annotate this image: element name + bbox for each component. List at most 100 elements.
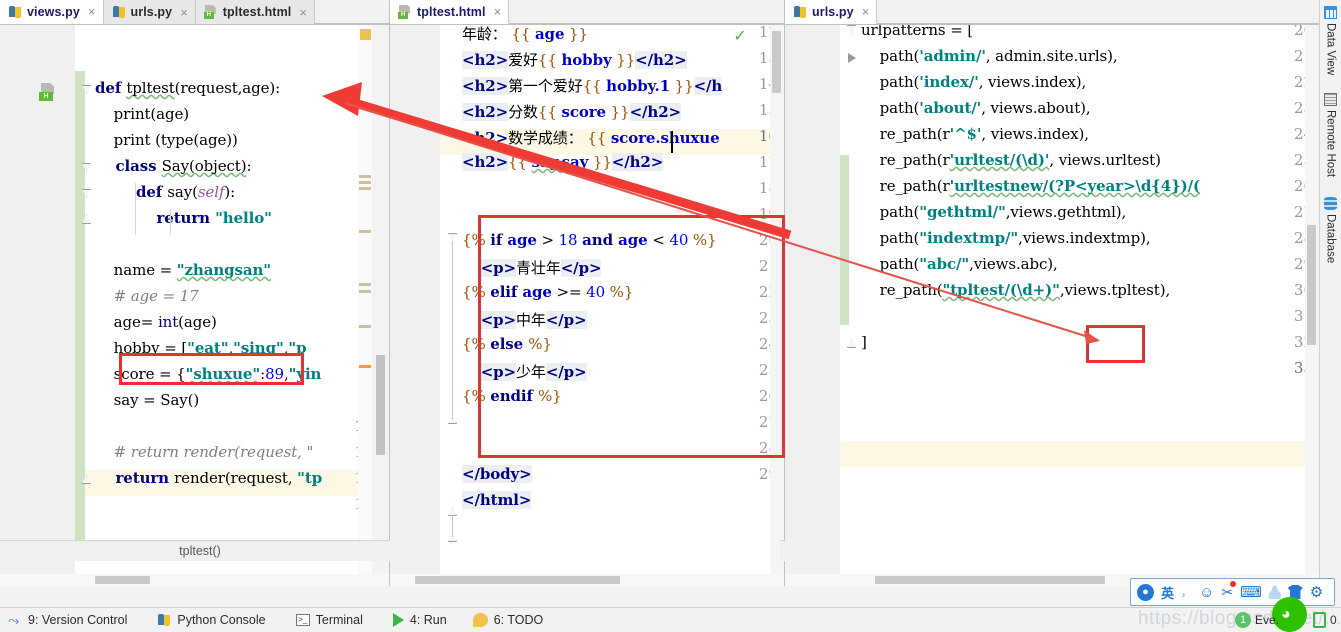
code-line: def say(self): (95, 183, 236, 201)
tabbar-empty-space (314, 0, 389, 24)
code-line: print(age) (95, 105, 190, 123)
code-line: {% if age > 18 and age < 40 %} (462, 231, 717, 249)
code-line: path("abc/",views.abc), (861, 255, 1058, 273)
html-template-gutter-icon[interactable]: H (39, 83, 57, 101)
language-mode-label[interactable]: 英 (1161, 583, 1174, 602)
python-file-icon (793, 5, 807, 19)
tool-button-python-console[interactable]: Python Console (143, 613, 281, 627)
run-gutter-icon[interactable] (848, 53, 856, 63)
error-stripe[interactable] (358, 25, 372, 586)
tool-button-terminal[interactable]: >_ Terminal (282, 613, 379, 627)
remote-host-icon (1324, 93, 1337, 107)
right-tool-window-strip: Data View Remote Host Database (1319, 0, 1341, 586)
close-icon[interactable]: × (88, 4, 96, 19)
tool-button-run[interactable]: 4: Run (379, 613, 463, 627)
marker-line (359, 325, 371, 328)
code-line: re_path("tpltest/(\d+)",views.tpltest), (861, 281, 1171, 299)
editor-scrollbar-vertical[interactable] (372, 25, 389, 586)
tool-button-database[interactable]: Database (1324, 197, 1337, 264)
tab-tpltest-html[interactable]: tpltest.html × (195, 0, 315, 24)
source-code-text[interactable]: def tpltest(request,age): print(age) pri… (95, 25, 322, 586)
tab-urls-py[interactable]: urls.py × (103, 0, 196, 24)
scrollbar-thumb[interactable] (415, 576, 620, 584)
emoji-icon[interactable]: ☺ (1199, 584, 1214, 601)
code-line: <h2>数学成绩： {{ score.shuxue (462, 129, 720, 147)
settings-gear-icon[interactable]: ⚙ (1310, 583, 1323, 601)
code-line: {% else %} (462, 335, 552, 353)
sogou-ime-toolbar[interactable]: ● 英 ， ☺ ✂ ⌨ ⚙ (1130, 578, 1335, 606)
code-area-views-py[interactable]: 85 86 87 88 89 90 91 92 93 94 95 96 97 9… (0, 25, 389, 586)
editor-scrollbar-horizontal[interactable] (390, 574, 784, 586)
tool-label: Data View (1324, 23, 1337, 76)
breadcrumb-item[interactable]: tpltest() (179, 544, 221, 558)
editor-scrollbar-vertical[interactable] (770, 25, 784, 586)
inspection-ok-checkmark-icon[interactable]: ✓ (732, 29, 748, 45)
code-line: </body> (462, 465, 532, 483)
tool-button-version-control[interactable]: ⤳ 9: Version Control (0, 613, 143, 627)
code-line: path("indextmp/",views.indextmp), (861, 229, 1151, 247)
indent-guide (170, 209, 171, 235)
warning-marker[interactable] (360, 29, 371, 40)
line-number-gutter (0, 25, 75, 586)
tabbar-empty-space (877, 0, 1319, 24)
user-account-icon[interactable] (1268, 585, 1281, 599)
editor-scrollbar-vertical[interactable] (1305, 25, 1319, 586)
code-fold-toggle[interactable] (847, 339, 856, 348)
code-line: <h2>{{ say.say }}</h2> (462, 153, 664, 171)
tool-button-remote-host[interactable]: Remote Host (1324, 93, 1337, 177)
editor-scrollbar-horizontal[interactable] (0, 574, 389, 586)
code-line: <p>少年</p> (480, 363, 587, 381)
code-area-tpltest-html[interactable]: 12 13 14 15 16 17 18 19 20 21 22 23 24 2… (390, 25, 784, 586)
tab-tpltest-html-active[interactable]: tpltest.html × (390, 0, 510, 24)
tool-label: 6: TODO (493, 613, 544, 627)
code-line: re_path(r'urltestnew/(?P<year>\d{4})/( (861, 177, 1201, 195)
close-icon[interactable]: × (180, 5, 188, 20)
scrollbar-thumb[interactable] (95, 576, 150, 584)
editor-pane-tpltest-html: tpltest.html × 12 13 14 15 16 17 18 19 2… (390, 0, 1175, 586)
code-fold-toggle[interactable] (847, 25, 856, 34)
scrollbar-thumb[interactable] (875, 576, 1105, 584)
battery-icon[interactable] (1313, 612, 1326, 628)
code-line: <p>中年</p> (480, 311, 587, 329)
punctuation-mode-icon[interactable]: ， (1181, 584, 1192, 600)
tabbar-right: urls.py × (785, 0, 1319, 25)
close-icon[interactable]: × (299, 5, 307, 20)
close-icon[interactable]: × (494, 4, 502, 19)
source-code-text[interactable]: urlpatterns = [ path('admin/', admin.sit… (861, 25, 1200, 586)
database-icon (1324, 197, 1337, 211)
scissors-toolbox-icon[interactable]: ✂ (1221, 580, 1237, 601)
code-line: re_path(r'^$', views.index), (861, 125, 1089, 143)
code-line: path('admin/', admin.site.urls), (861, 47, 1118, 65)
tool-label: Terminal (315, 613, 363, 627)
editor-pane-views-py: views.py × urls.py × tpltest.html × 85 8 (0, 0, 390, 586)
code-line: {% elif age >= 40 %} (462, 283, 634, 301)
code-line: </html> (462, 491, 532, 509)
code-line: return "hello" (95, 209, 272, 227)
indent-guide (135, 183, 136, 235)
code-line: # age = 17 (95, 287, 199, 305)
breadcrumb-left: tpltest() (0, 540, 390, 561)
scrollbar-thumb[interactable] (772, 31, 781, 93)
tool-button-todo[interactable]: 6: TODO (463, 613, 560, 627)
tab-views-py[interactable]: views.py × (0, 0, 104, 24)
scrollbar-thumb[interactable] (376, 355, 385, 455)
tool-label: 4: Run (409, 613, 447, 627)
version-control-icon: ⤳ (8, 612, 20, 628)
source-code-text[interactable]: 年龄： {{ age }} <h2>爱好{{ hobby }}</h2> <h2… (462, 25, 722, 586)
marker-line (359, 290, 371, 293)
notification-badge[interactable]: 1 (1235, 612, 1251, 628)
tool-button-data-view[interactable]: Data View (1324, 6, 1337, 75)
sogou-logo-icon[interactable]: ● (1137, 583, 1154, 601)
tab-label: tpltest.html (222, 5, 292, 19)
tabbar-empty-space (509, 0, 784, 24)
code-line: <p>青壮年</p> (480, 259, 602, 277)
scrollbar-thumb[interactable] (1307, 225, 1316, 345)
code-line: path('about/', views.about), (861, 99, 1091, 117)
close-icon[interactable]: × (862, 4, 870, 19)
code-line: def tpltest(request,age): (95, 79, 281, 97)
soft-keyboard-icon[interactable]: ⌨ (1240, 583, 1262, 601)
code-line: return render(request, "tp (95, 469, 323, 487)
python-file-icon (8, 5, 22, 19)
code-area-urls-py[interactable]: 20 21 22 23 24 25 26 27 28 29 30 31 32 3… (785, 25, 1319, 586)
tab-urls-py-active[interactable]: urls.py × (785, 0, 878, 24)
